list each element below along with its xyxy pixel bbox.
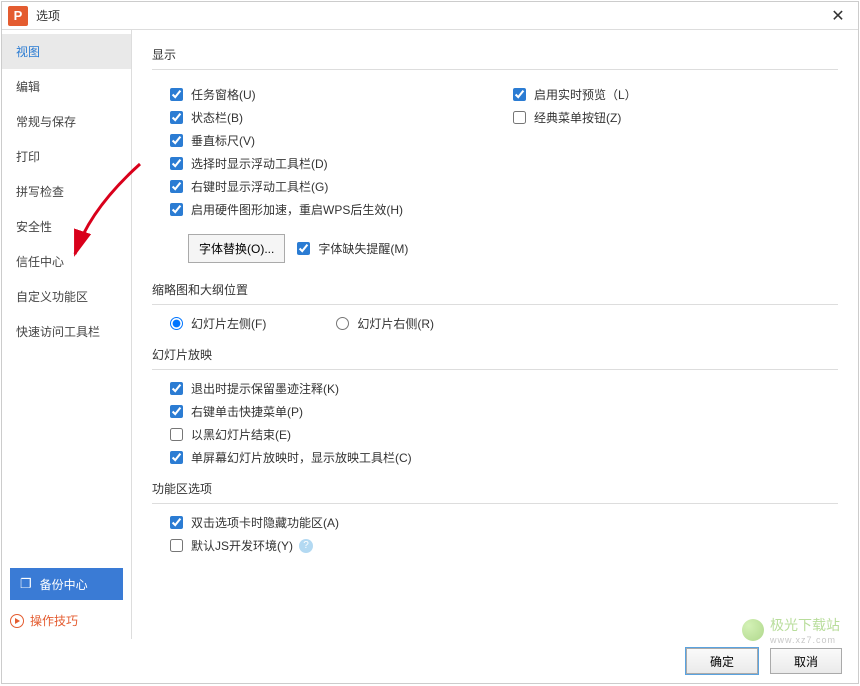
play-icon <box>10 614 24 628</box>
section-thumb-title: 缩略图和大纲位置 <box>152 281 838 298</box>
backup-center-button[interactable]: ❐ 备份中心 <box>10 568 123 600</box>
backup-label: 备份中心 <box>40 576 88 593</box>
divider <box>152 503 838 504</box>
radio-slide-right[interactable]: 幻灯片右侧(R) <box>336 315 434 332</box>
footer: 确定 取消 <box>2 639 858 683</box>
close-button[interactable]: ✕ <box>818 2 858 30</box>
section-display-title: 显示 <box>152 46 838 63</box>
tips-label: 操作技巧 <box>30 612 78 629</box>
sidebar-item-customize-ribbon[interactable]: 自定义功能区 <box>2 279 131 314</box>
sidebar-item-quick-access[interactable]: 快速访问工具栏 <box>2 314 131 349</box>
font-replace-button[interactable]: 字体替换(O)... <box>188 234 285 263</box>
cancel-button[interactable]: 取消 <box>770 648 842 674</box>
divider <box>152 69 838 70</box>
sidebar-item-spellcheck[interactable]: 拼写检查 <box>2 174 131 209</box>
checkbox-default-js[interactable]: 默认JS开发环境(Y)? <box>170 537 838 554</box>
checkbox-rightclick-menu[interactable]: 右键单击快捷菜单(P) <box>170 403 838 420</box>
checkbox-vertical-ruler[interactable]: 垂直标尺(V) <box>170 132 495 149</box>
checkbox-end-black[interactable]: 以黑幻灯片结束(E) <box>170 426 838 443</box>
sidebar-item-view[interactable]: 视图 <box>2 34 131 69</box>
dialog-title: 选项 <box>36 7 60 24</box>
checkbox-select-float-toolbar[interactable]: 选择时显示浮动工具栏(D) <box>170 155 495 172</box>
help-icon[interactable]: ? <box>299 539 313 553</box>
backup-icon: ❐ <box>20 576 32 592</box>
checkbox-single-screen[interactable]: 单屏幕幻灯片放映时，显示放映工具栏(C) <box>170 449 838 466</box>
tips-link[interactable]: 操作技巧 <box>10 612 123 629</box>
checkbox-status-bar[interactable]: 状态栏(B) <box>170 109 495 126</box>
sidebar-item-edit[interactable]: 编辑 <box>2 69 131 104</box>
checkbox-rightclick-float-toolbar[interactable]: 右键时显示浮动工具栏(G) <box>170 178 495 195</box>
checkbox-realtime-preview[interactable]: 启用实时预览（L） <box>513 86 838 103</box>
radio-slide-left[interactable]: 幻灯片左侧(F) <box>170 315 266 332</box>
checkbox-classic-menu[interactable]: 经典菜单按钮(Z) <box>513 109 838 126</box>
titlebar: P 选项 ✕ <box>2 2 858 30</box>
checkbox-font-missing[interactable]: 字体缺失提醒(M) <box>297 240 408 257</box>
ok-button[interactable]: 确定 <box>686 648 758 674</box>
checkbox-hw-accel[interactable]: 启用硬件图形加速，重启WPS后生效(H) <box>170 201 495 218</box>
divider <box>152 304 838 305</box>
section-slideshow-title: 幻灯片放映 <box>152 346 838 363</box>
sidebar-item-trust-center[interactable]: 信任中心 <box>2 244 131 279</box>
content-panel: 显示 任务窗格(U) 状态栏(B) 垂直标尺(V) 选择时显示浮动工具栏(D) … <box>132 30 858 639</box>
sidebar: 视图 编辑 常规与保存 打印 拼写检查 安全性 信任中心 自定义功能区 快速访问… <box>2 30 132 639</box>
section-ribbon-title: 功能区选项 <box>152 480 838 497</box>
sidebar-item-print[interactable]: 打印 <box>2 139 131 174</box>
app-icon: P <box>8 6 28 26</box>
sidebar-item-general-save[interactable]: 常规与保存 <box>2 104 131 139</box>
checkbox-task-pane[interactable]: 任务窗格(U) <box>170 86 495 103</box>
sidebar-item-security[interactable]: 安全性 <box>2 209 131 244</box>
divider <box>152 369 838 370</box>
checkbox-dblclick-hide[interactable]: 双击选项卡时隐藏功能区(A) <box>170 514 838 531</box>
checkbox-exit-prompt[interactable]: 退出时提示保留墨迹注释(K) <box>170 380 838 397</box>
